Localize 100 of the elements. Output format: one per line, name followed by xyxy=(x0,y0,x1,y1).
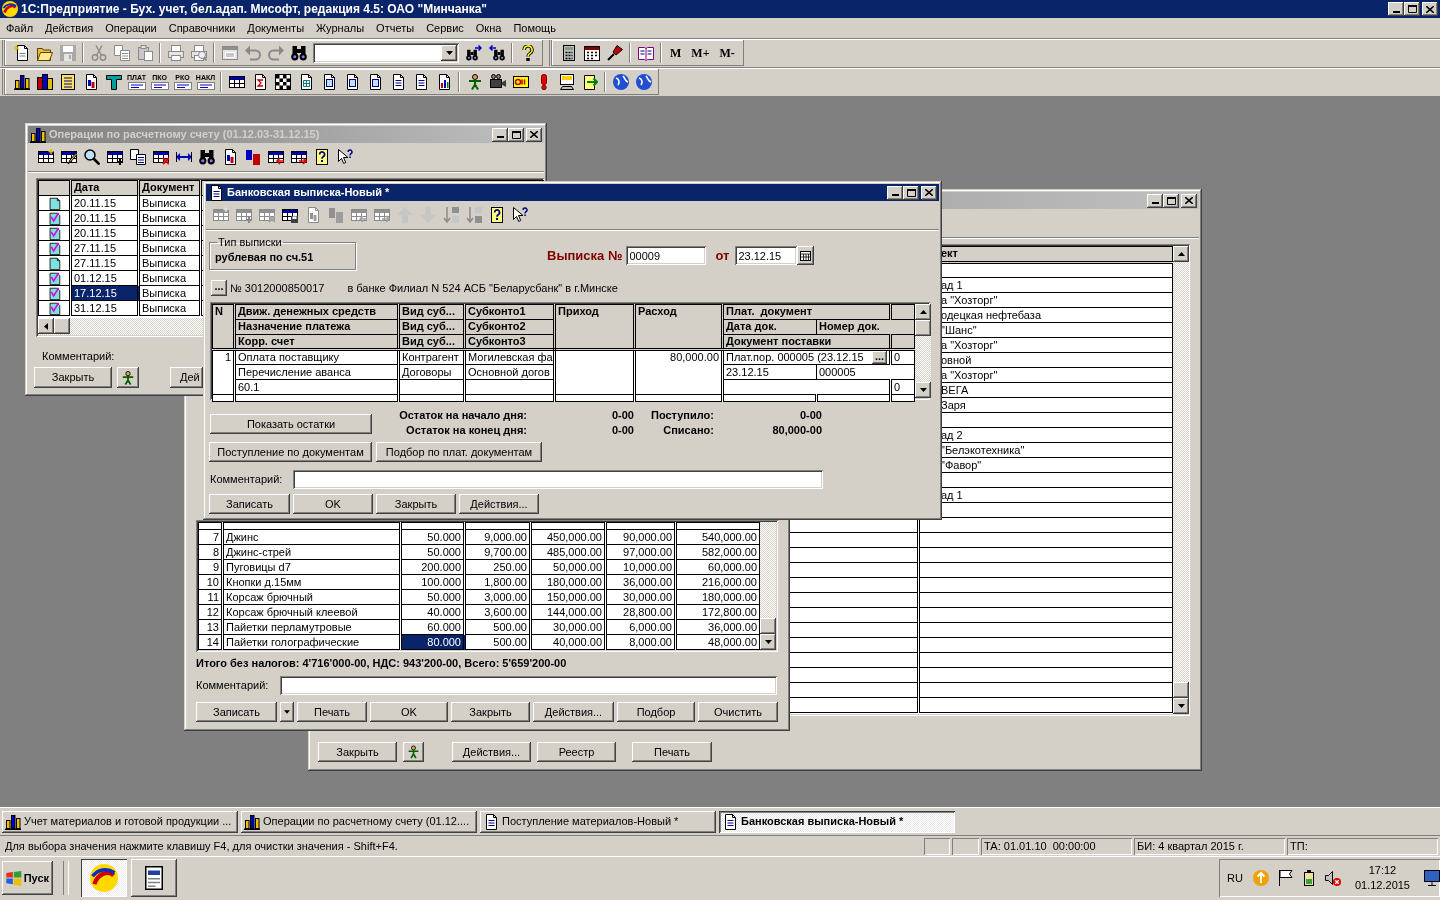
close-button[interactable] xyxy=(1422,2,1438,16)
calendar-icon[interactable] xyxy=(583,45,600,61)
help-icon[interactable] xyxy=(519,45,536,61)
scroll-down-button[interactable] xyxy=(1173,698,1189,714)
dropdown-button[interactable] xyxy=(441,45,457,61)
pointer-help-icon[interactable] xyxy=(336,149,353,165)
language-indicator[interactable]: RU xyxy=(1225,871,1245,885)
table-delete-icon[interactable] xyxy=(152,149,169,165)
scroll-thumb[interactable] xyxy=(760,618,776,634)
memory-button[interactable]: M xyxy=(665,43,687,63)
action-button[interactable]: Очистить xyxy=(698,702,778,722)
maximize-button[interactable] xyxy=(903,185,919,200)
action-button[interactable]: Подбор xyxy=(617,702,695,722)
table-edit-icon[interactable] xyxy=(60,149,77,165)
close-button[interactable] xyxy=(1181,193,1197,208)
binoculars-arrow-icon[interactable] xyxy=(465,45,482,61)
action-button[interactable]: Показать остатки xyxy=(210,414,372,434)
scroll-down-button[interactable] xyxy=(915,382,931,398)
action-button[interactable]: Поступление по документам xyxy=(209,442,372,462)
calculator-icon[interactable] xyxy=(560,45,577,61)
menu-item[interactable]: Окна xyxy=(469,21,508,35)
monitor-icon[interactable] xyxy=(558,74,575,90)
scrollbar[interactable] xyxy=(760,522,776,650)
action-button[interactable]: Записать xyxy=(209,494,290,514)
menu-item[interactable]: Помощь xyxy=(507,21,562,35)
scroll-thumb[interactable] xyxy=(54,318,70,334)
scroll-thumb[interactable] xyxy=(1173,682,1189,698)
pointer-help-icon[interactable] xyxy=(511,207,528,223)
action-button[interactable]: Печать xyxy=(632,742,712,762)
menu-item[interactable]: Операции xyxy=(99,21,163,35)
menu-item[interactable]: Файл xyxy=(0,21,40,35)
folder-icon[interactable] xyxy=(36,45,53,61)
checkered-icon[interactable] xyxy=(274,74,291,90)
maximize-button[interactable] xyxy=(1163,193,1179,208)
minimize-button[interactable] xyxy=(492,127,508,142)
taskbar-app[interactable] xyxy=(81,859,127,897)
magnifier-icon[interactable] xyxy=(83,149,100,165)
book-icon[interactable] xyxy=(637,45,654,61)
start-button[interactable]: Пуск xyxy=(2,861,53,895)
action-button[interactable]: Закрыть xyxy=(376,494,456,514)
action-button[interactable]: Действия... xyxy=(452,742,531,762)
action-button[interactable]: Реестр xyxy=(537,742,616,762)
figure-icon[interactable] xyxy=(466,74,483,90)
table-add-icon[interactable] xyxy=(106,149,123,165)
binoculars-icon[interactable] xyxy=(198,149,215,165)
books-icon[interactable] xyxy=(36,74,53,90)
scroll-up-button[interactable] xyxy=(1173,246,1189,262)
menu-item[interactable]: Журналы xyxy=(310,21,371,35)
action-button[interactable]: Закрыть xyxy=(34,367,112,388)
minimize-button[interactable] xyxy=(887,185,903,200)
help-icon[interactable] xyxy=(313,149,330,165)
window-tab[interactable]: Операции по расчетному счету (01.12.... xyxy=(241,810,477,833)
window-tab[interactable]: Учет материалов и готовой продукции ... xyxy=(2,810,238,833)
minimize-button[interactable] xyxy=(1147,193,1163,208)
globe-icon[interactable] xyxy=(635,74,652,90)
scroll-thumb[interactable] xyxy=(915,320,931,336)
horizontal-arrows-icon[interactable] xyxy=(175,149,192,165)
date-field[interactable]: 23.12.15 xyxy=(735,246,798,265)
comment-field[interactable] xyxy=(293,470,823,489)
globe-icon[interactable] xyxy=(612,74,629,90)
ledger-icon[interactable] xyxy=(59,74,76,90)
comment-field[interactable] xyxy=(280,676,777,695)
t-shape-icon[interactable] xyxy=(105,74,122,90)
bar-chart-icon[interactable] xyxy=(13,74,30,90)
table-icon[interactable] xyxy=(37,149,54,165)
action-button[interactable]: Печать xyxy=(297,702,367,722)
select-button[interactable]: ... xyxy=(872,351,887,364)
memory-button[interactable]: M- xyxy=(714,43,740,63)
close-button[interactable] xyxy=(526,127,542,142)
menu-item[interactable]: Справочники xyxy=(162,21,242,35)
action-button[interactable]: Записать xyxy=(196,702,277,722)
maximize-button[interactable] xyxy=(508,127,524,142)
close-button[interactable] xyxy=(921,185,937,200)
search-combo[interactable] xyxy=(313,43,459,63)
action-button[interactable]: OK xyxy=(293,494,373,514)
binoculars-icon[interactable] xyxy=(290,45,307,61)
number-field[interactable]: 00009 xyxy=(626,246,707,265)
movie-camera-icon[interactable] xyxy=(489,74,506,90)
tool-button[interactable] xyxy=(117,367,139,388)
taskbar-app[interactable] xyxy=(131,859,177,897)
scroll-down-button[interactable] xyxy=(760,634,776,650)
minimize-button[interactable] xyxy=(1388,2,1404,16)
menu-item[interactable]: Сервис xyxy=(420,21,470,35)
scrollbar[interactable] xyxy=(1173,246,1189,714)
blocks-icon[interactable] xyxy=(244,149,261,165)
menu-item[interactable]: Документы xyxy=(241,21,311,35)
binoculars-arrow-icon[interactable] xyxy=(488,45,505,61)
help-icon[interactable] xyxy=(488,207,505,223)
scroll-left-button[interactable] xyxy=(38,318,54,334)
tile-icon[interactable] xyxy=(512,74,529,90)
maximize-button[interactable] xyxy=(1404,2,1420,16)
calendar-button[interactable] xyxy=(797,246,815,265)
action-button[interactable]: OK xyxy=(370,702,448,722)
copy-icon[interactable] xyxy=(129,149,146,165)
scrollbar[interactable] xyxy=(38,318,203,335)
desktop-icon[interactable] xyxy=(1424,870,1440,886)
tool-button[interactable] xyxy=(403,742,424,762)
action-button[interactable]: Закрыть xyxy=(318,742,397,762)
action-button[interactable]: Действия... xyxy=(533,702,614,722)
table-save-icon[interactable] xyxy=(281,207,298,223)
